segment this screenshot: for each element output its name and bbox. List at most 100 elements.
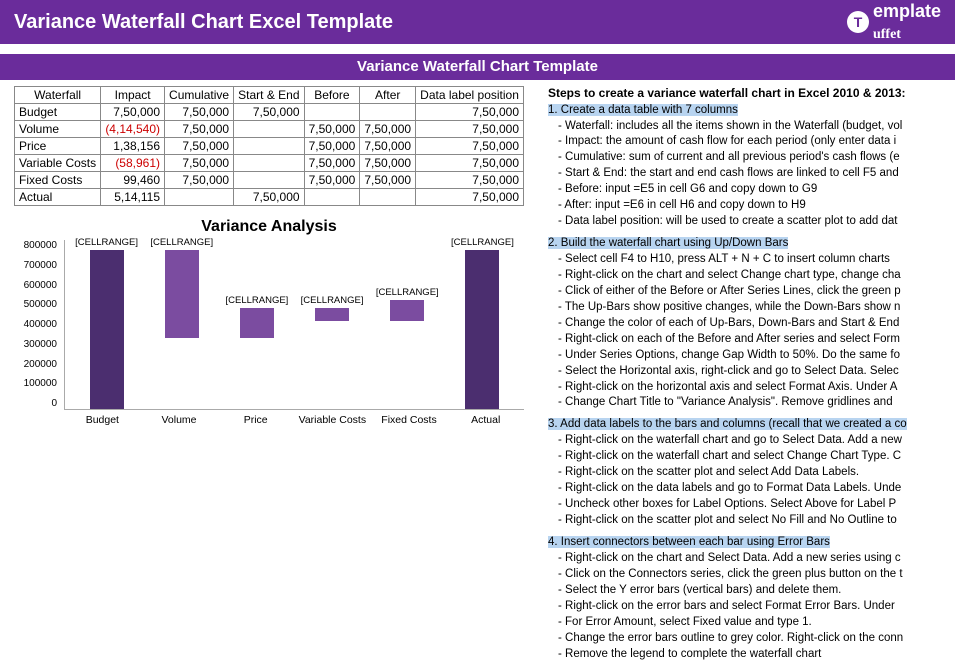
instructions-panel: Steps to create a variance waterfall cha… [548,86,941,662]
step4-heading: 4. Insert connectors between each bar us… [548,536,830,548]
x-tick: Variable Costs [294,414,371,426]
instruction-line: - Impact: the amount of cash flow for ea… [548,134,941,149]
bar [315,308,349,321]
page-title: Variance Waterfall Chart Excel Template [14,11,393,34]
table-cell: 7,50,000 [416,121,524,138]
instruction-line: - Right-click on the chart and Select Da… [548,551,941,566]
table-row: Fixed Costs99,4607,50,0007,50,0007,50,00… [15,172,524,189]
x-tick: Actual [447,414,524,426]
table-cell [360,104,416,121]
waterfall-chart: 8000007000006000005000004000003000002000… [64,240,524,410]
data-label: [CELLRANGE] [301,295,364,306]
data-label: [CELLRANGE] [451,237,514,248]
table-cell: Price [15,138,101,155]
table-cell: 7,50,000 [416,172,524,189]
step1-heading: 1. Create a data table with 7 columns [548,104,738,116]
table-cell: 7,50,000 [304,172,360,189]
logo-text-1: emplate [873,1,941,21]
bar-group: [CELLRANGE] [295,240,370,409]
table-cell [234,138,304,155]
bar-group: [CELLRANGE] [445,240,520,409]
y-axis: 8000007000006000005000004000003000002000… [15,240,61,409]
bar [465,250,499,409]
y-tick: 800000 [15,240,57,251]
instruction-line: - Select the Y error bars (vertical bars… [548,583,941,598]
logo-icon: T [847,11,869,33]
y-tick: 200000 [15,359,57,370]
instruction-line: - Select cell F4 to H10, press ALT + N +… [548,252,941,267]
table-cell: 7,50,000 [101,104,165,121]
table-header: Data label position [416,87,524,104]
y-tick: 0 [15,398,57,409]
y-tick: 100000 [15,378,57,389]
logo-text-2: uffet [873,27,901,42]
table-header: Start & End [234,87,304,104]
step3-heading: 3. Add data labels to the bars and colum… [548,418,907,430]
data-label: [CELLRANGE] [75,237,138,248]
table-cell: 7,50,000 [304,121,360,138]
instruction-line: - Waterfall: includes all the items show… [548,119,941,134]
table-cell: 7,50,000 [416,104,524,121]
header-bar: Variance Waterfall Chart Excel Template … [0,0,955,44]
chart-container: Variance Analysis 8000007000006000005000… [14,218,524,426]
x-tick: Volume [141,414,218,426]
instruction-line: - For Error Amount, select Fixed value a… [548,615,941,630]
table-cell: 7,50,000 [165,138,234,155]
table-cell [234,121,304,138]
table-cell: (4,14,540) [101,121,165,138]
table-cell: 7,50,000 [360,138,416,155]
table-cell [165,189,234,206]
bar-group: [CELLRANGE] [144,240,219,409]
table-cell [360,189,416,206]
table-cell: 99,460 [101,172,165,189]
table-row: Variable Costs(58,961)7,50,0007,50,0007,… [15,155,524,172]
instruction-line: - Data label position: will be used to c… [548,214,941,229]
table-cell: 7,50,000 [416,138,524,155]
x-tick: Budget [64,414,141,426]
instruction-line: - Right-click on each of the Before and … [548,332,941,347]
instruction-line: - Right-click on the scatter plot and se… [548,465,941,480]
x-tick: Price [217,414,294,426]
table-cell: Volume [15,121,101,138]
x-axis: BudgetVolumePriceVariable CostsFixed Cos… [64,410,524,426]
bar-group: [CELLRANGE] [219,240,294,409]
instruction-line: - Change the color of each of Up-Bars, D… [548,316,941,331]
table-cell: 7,50,000 [416,189,524,206]
table-row: Volume(4,14,540)7,50,0007,50,0007,50,000… [15,121,524,138]
table-cell: 7,50,000 [165,104,234,121]
table-header: Impact [101,87,165,104]
table-row: Actual5,14,1157,50,0007,50,000 [15,189,524,206]
bar [90,250,124,409]
table-cell [234,155,304,172]
data-label: [CELLRANGE] [150,237,213,248]
y-tick: 700000 [15,260,57,271]
table-cell: Actual [15,189,101,206]
instruction-line: - Change Chart Title to "Variance Analys… [548,395,941,410]
instruction-line: - Select the Horizontal axis, right-clic… [548,364,941,379]
instruction-line: - Under Series Options, change Gap Width… [548,348,941,363]
instruction-line: - After: input =E6 in cell H6 and copy d… [548,198,941,213]
instruction-line: - Before: input =E5 in cell G6 and copy … [548,182,941,197]
table-cell: 1,38,156 [101,138,165,155]
bar-group: [CELLRANGE] [69,240,144,409]
instruction-line: - Cumulative: sum of current and all pre… [548,150,941,165]
table-cell: Fixed Costs [15,172,101,189]
table-cell: Budget [15,104,101,121]
chart-title: Variance Analysis [14,218,524,236]
table-cell: 7,50,000 [165,155,234,172]
instruction-line: - Start & End: the start and end cash fl… [548,166,941,181]
instruction-line: - Uncheck other boxes for Label Options.… [548,497,941,512]
table-cell [234,172,304,189]
table-cell: 7,50,000 [360,172,416,189]
instruction-line: - Right-click on the chart and select Ch… [548,268,941,283]
table-header: Cumulative [165,87,234,104]
table-cell: 7,50,000 [360,155,416,172]
logo: T emplate uffet [847,1,941,43]
instruction-line: - Click of either of the Before or After… [548,284,941,299]
table-cell: 7,50,000 [416,155,524,172]
y-tick: 300000 [15,339,57,350]
bar [390,300,424,321]
data-table: WaterfallImpactCumulativeStart & EndBefo… [14,86,524,206]
table-cell: 7,50,000 [304,155,360,172]
table-header: Waterfall [15,87,101,104]
